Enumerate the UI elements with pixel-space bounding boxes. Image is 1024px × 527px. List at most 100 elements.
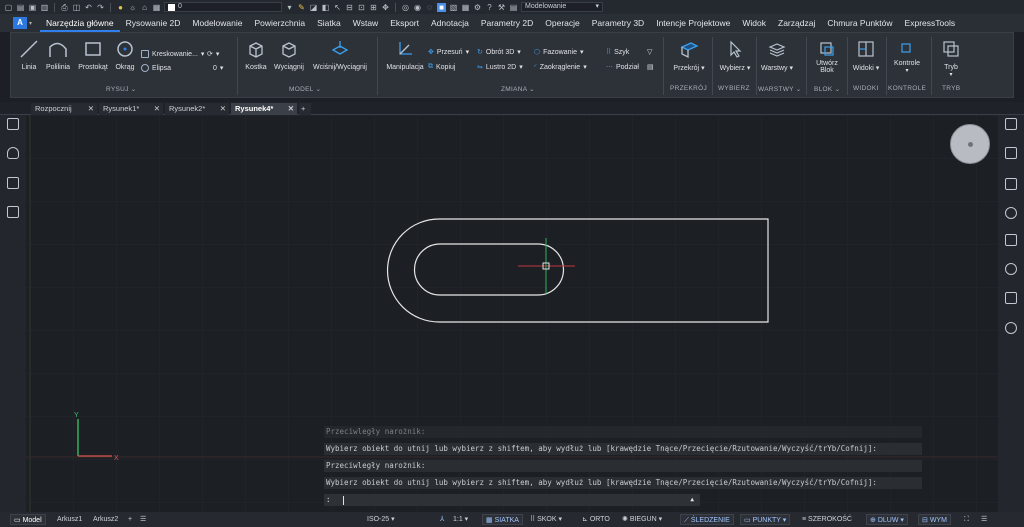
- panel-label-model[interactable]: MODEL ⌄: [289, 85, 321, 93]
- przekroj-button[interactable]: Przekrój ▾: [671, 39, 707, 72]
- tab-rysunek1[interactable]: Rysunek1* ✕: [99, 103, 163, 115]
- layouts-menu-icon[interactable]: ☰: [140, 514, 146, 525]
- skok-toggle[interactable]: ⠿ SKOK ▾: [530, 514, 562, 525]
- layer-print-icon[interactable]: ▦: [152, 3, 161, 12]
- undo-icon[interactable]: ↶: [84, 3, 93, 12]
- new-file-icon[interactable]: ▢: [4, 3, 13, 12]
- properties-panel-icon[interactable]: [7, 118, 19, 130]
- save-icon[interactable]: ▣: [28, 3, 37, 12]
- app-logo-icon[interactable]: A: [13, 17, 27, 29]
- tab-chmura-punktow[interactable]: Chmura Punktów: [821, 14, 898, 32]
- layer-lock-icon[interactable]: ⌂: [140, 3, 149, 12]
- tab-adnotacja[interactable]: Adnotacja: [425, 14, 475, 32]
- prostokat-button[interactable]: Prostokąt: [77, 39, 109, 71]
- quick-select-icon[interactable]: ⊟: [345, 3, 354, 12]
- szyk-button[interactable]: ⠿ Szyk: [606, 48, 629, 57]
- wcisnij-button[interactable]: Wciśnij/Wyciągnij: [309, 39, 371, 71]
- kreskowanie-button[interactable]: Kreskowanie... ▾: [141, 50, 204, 58]
- zaokraglenie-button[interactable]: ◜ Zaokrąglenie ▾: [534, 63, 587, 72]
- annotation-scale[interactable]: 1:1 ▾: [453, 514, 468, 525]
- podzial-button[interactable]: ⋯ Podział: [606, 63, 639, 72]
- grid-icon[interactable]: ▦: [461, 3, 470, 12]
- biegun-toggle[interactable]: ✺ BIEGUN ▾: [622, 514, 662, 525]
- fill-icon[interactable]: ◧: [321, 3, 330, 12]
- arkusz1-tab[interactable]: Arkusz1: [57, 514, 82, 525]
- navigation-cube[interactable]: [950, 124, 990, 164]
- view-icon[interactable]: ◌: [425, 3, 434, 12]
- szerokosc-toggle[interactable]: ≡ SZEROKOŚĆ: [802, 514, 852, 525]
- linia-button[interactable]: Linia: [17, 39, 41, 71]
- widoki-button[interactable]: Widoki ▾: [850, 39, 882, 72]
- settings-icon[interactable]: ⚙: [473, 3, 482, 12]
- kostka-button[interactable]: Kostka: [242, 39, 270, 71]
- elipsa-button[interactable]: Elipsa: [141, 64, 171, 72]
- obrot3d-button[interactable]: ↻ Obrót 3D ▾: [477, 48, 521, 57]
- attach-icon[interactable]: [1005, 207, 1017, 219]
- wyciagnij-button[interactable]: Wyciągnij: [273, 39, 305, 71]
- panel-label-rysuj[interactable]: RYSUJ ⌄: [106, 85, 137, 93]
- close-icon[interactable]: ✕: [154, 103, 160, 115]
- przesun-button[interactable]: ✥ Przesuń ▾: [428, 48, 469, 57]
- tools-icon[interactable]: ⚒: [497, 3, 506, 12]
- dluw-toggle[interactable]: ⊕ DLUW ▾: [866, 514, 908, 525]
- command-input[interactable]: : ▲: [324, 494, 700, 506]
- tab-expresstools[interactable]: ExpressTools: [899, 14, 962, 32]
- cube-library-icon[interactable]: [7, 206, 19, 218]
- fullscreen-icon[interactable]: ⛶: [964, 514, 969, 525]
- model-tab[interactable]: ▭ Model: [10, 514, 46, 525]
- annotation-scale-icon[interactable]: ⅄: [440, 514, 444, 525]
- tab-parametry-2d[interactable]: Parametry 2D: [475, 14, 539, 32]
- warstwy-button[interactable]: Warstwy ▾: [759, 39, 795, 72]
- workspace-icon[interactable]: ▤: [509, 3, 518, 12]
- command-history-toggle-icon[interactable]: ▲: [690, 494, 694, 506]
- tab-wstaw[interactable]: Wstaw: [347, 14, 385, 32]
- globe-icon[interactable]: [1005, 263, 1017, 275]
- manipulacja-button[interactable]: Manipulacja: [383, 39, 427, 71]
- panel-label-warstwy[interactable]: WARSTWY ⌄: [758, 85, 802, 93]
- layer-dropdown[interactable]: 0: [164, 2, 282, 12]
- kopiuj-button[interactable]: ⧉ Kopiuj: [428, 63, 455, 71]
- filter-icon[interactable]: ▽: [647, 48, 652, 56]
- punkty-toggle[interactable]: ▭ PUNKTY ▾: [740, 514, 791, 525]
- rysuj-extra-dropdown[interactable]: ⟳ ▾: [207, 50, 219, 58]
- tab-modelowanie[interactable]: Modelowanie: [186, 14, 248, 32]
- tab-siatka[interactable]: Siatka: [311, 14, 347, 32]
- chevron-down-icon[interactable]: ▾: [29, 20, 32, 27]
- camera-icon[interactable]: ▧: [449, 3, 458, 12]
- arkusz2-tab[interactable]: Arkusz2: [93, 514, 118, 525]
- sledzenie-toggle[interactable]: ⟋ ŚLEDZENIE: [680, 514, 734, 525]
- tab-intencje-projektowe[interactable]: Intencje Projektowe: [650, 14, 736, 32]
- ruler-icon[interactable]: [1005, 234, 1017, 246]
- panel-label-blok[interactable]: BLOK ⌄: [814, 85, 840, 93]
- layer-bulb-icon[interactable]: ●: [116, 3, 125, 12]
- save-as-icon[interactable]: ▥: [40, 3, 49, 12]
- tab-eksport[interactable]: Eksport: [384, 14, 425, 32]
- open-file-icon[interactable]: ▤: [16, 3, 25, 12]
- redo-icon[interactable]: ↷: [96, 3, 105, 12]
- tab-rysunek4[interactable]: Rysunek4* ✕: [231, 103, 297, 115]
- polilinia-button[interactable]: Polilinia: [44, 39, 72, 71]
- new-tab-button[interactable]: +: [299, 103, 311, 115]
- structure-tree-icon[interactable]: [7, 177, 19, 189]
- add-layout-icon[interactable]: +: [128, 514, 132, 525]
- tab-parametry-3d[interactable]: Parametry 3D: [586, 14, 650, 32]
- print-panel-icon[interactable]: [1005, 292, 1017, 304]
- wym-toggle[interactable]: ⊟ WYM: [918, 514, 951, 525]
- close-icon[interactable]: ✕: [220, 103, 226, 115]
- measure-icon[interactable]: ⊡: [357, 3, 366, 12]
- render-icon[interactable]: ◎: [401, 3, 410, 12]
- preview-icon[interactable]: ◫: [72, 3, 81, 12]
- siatka-toggle[interactable]: ▦ SIATKA: [482, 514, 523, 525]
- table-icon[interactable]: ▤: [647, 63, 654, 71]
- layers-panel-icon[interactable]: [1005, 147, 1017, 159]
- cursor-icon[interactable]: ↖: [333, 3, 342, 12]
- cloud-icon[interactable]: [1005, 322, 1017, 334]
- snap-icon[interactable]: ⊞: [369, 3, 378, 12]
- tab-rysowanie-2d[interactable]: Rysowanie 2D: [120, 14, 187, 32]
- tab-narzedzia-glowne[interactable]: Narzędzia główne: [40, 14, 120, 32]
- tryb-button[interactable]: Tryb ▾: [936, 39, 966, 78]
- match-properties-icon[interactable]: ✎: [297, 3, 306, 12]
- pan-icon[interactable]: ✥: [381, 3, 390, 12]
- close-icon[interactable]: ✕: [88, 103, 94, 115]
- close-icon[interactable]: ✕: [288, 103, 294, 115]
